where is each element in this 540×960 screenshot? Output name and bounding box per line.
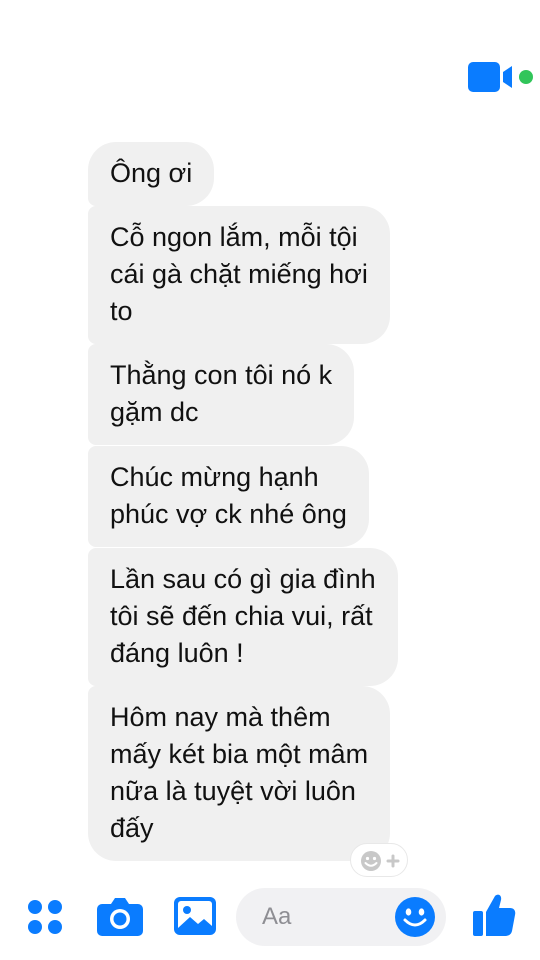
emoji-icon xyxy=(395,897,435,937)
camera-icon xyxy=(97,898,143,936)
video-call-button[interactable] xyxy=(466,60,536,96)
gallery-icon xyxy=(174,897,216,935)
more-apps-icon xyxy=(28,900,62,934)
like-button[interactable] xyxy=(472,892,516,938)
message-bubble[interactable]: Cỗ ngon lắm, mỗi tội cái gà chặt miếng h… xyxy=(88,206,390,344)
conversation-header xyxy=(0,0,540,110)
camera-button[interactable] xyxy=(96,894,144,938)
message-bubble[interactable]: Ông ơi xyxy=(88,142,215,206)
message-input[interactable] xyxy=(236,888,386,946)
message-input-field[interactable] xyxy=(236,888,446,946)
gallery-button[interactable] xyxy=(173,896,217,936)
message-bubble[interactable]: Chúc mừng hạnh phúc vợ ck nhé ông xyxy=(88,446,369,547)
video-call-icon xyxy=(468,62,533,92)
online-status-dot xyxy=(519,70,533,84)
add-reaction-button[interactable] xyxy=(350,843,408,877)
more-apps-button[interactable] xyxy=(26,898,64,936)
message-bubble[interactable]: Thằng con tôi nó k gặm dc xyxy=(88,344,355,445)
emoji-button[interactable] xyxy=(394,896,436,938)
add-reaction-icon xyxy=(361,851,400,871)
message-bubble[interactable]: Lần sau có gì gia đình tôi sẽ đến chia v… xyxy=(88,548,398,686)
like-icon xyxy=(473,894,516,936)
message-composer xyxy=(0,880,540,960)
message-bubble[interactable]: Hôm nay mà thêm mấy két bia một mâm nữa … xyxy=(88,686,391,861)
